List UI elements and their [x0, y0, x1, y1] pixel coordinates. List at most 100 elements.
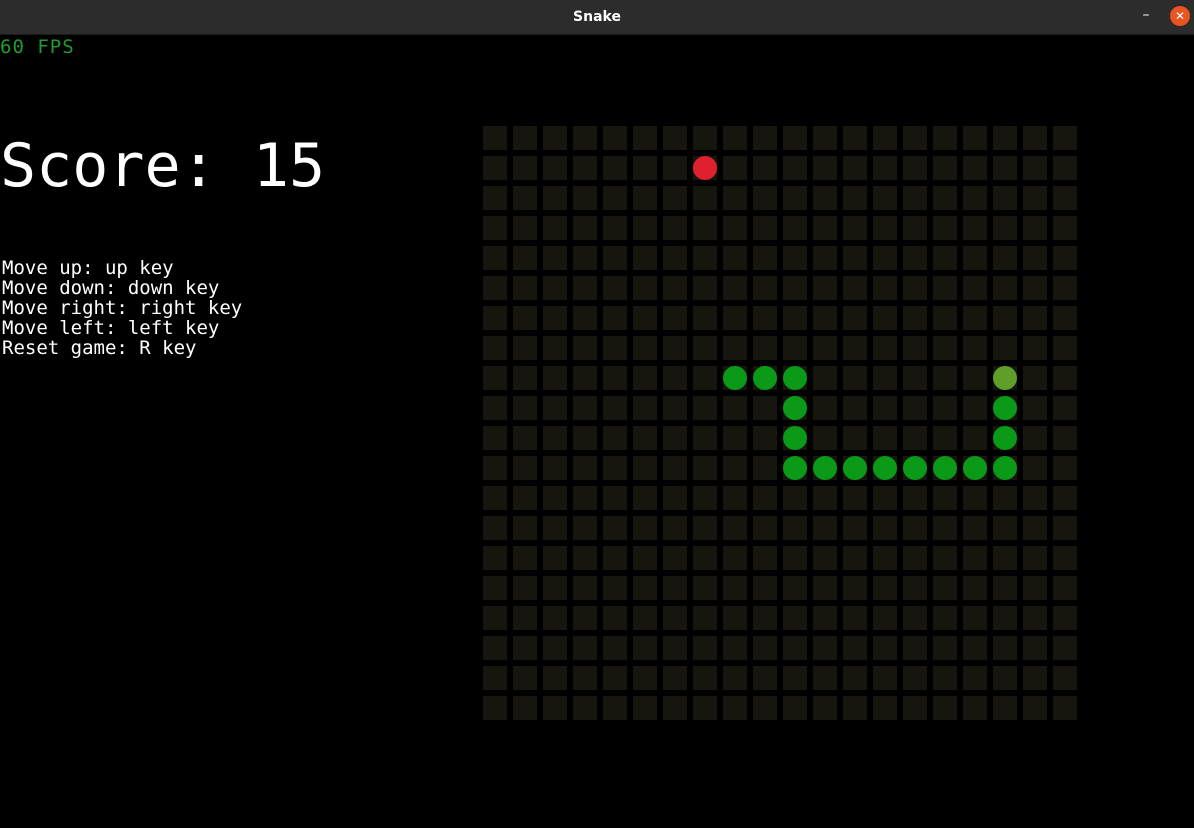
- controls-help: Move up: up key Move down: down key Move…: [2, 258, 242, 358]
- board-cell: [903, 426, 927, 450]
- minimize-button[interactable]: –: [1134, 7, 1158, 27]
- board-cell: [813, 516, 837, 540]
- board-cell: [753, 696, 777, 720]
- board-cell: [873, 426, 897, 450]
- board-cell: [513, 186, 537, 210]
- window-title: Snake: [573, 9, 621, 25]
- board-cell: [963, 426, 987, 450]
- board-cell: [753, 336, 777, 360]
- board-cell: [633, 216, 657, 240]
- board-cell: [783, 486, 807, 510]
- board-cell: [933, 426, 957, 450]
- board-cell: [843, 486, 867, 510]
- board-cell: [603, 396, 627, 420]
- board-cell: [813, 486, 837, 510]
- board-cell: [783, 276, 807, 300]
- board-cell: [603, 516, 627, 540]
- board-cell: [603, 576, 627, 600]
- board-cell: [783, 576, 807, 600]
- board-cell: [963, 156, 987, 180]
- board-cell: [1023, 216, 1047, 240]
- board-cell: [1053, 306, 1077, 330]
- board-cell: [963, 366, 987, 390]
- board-cell: [483, 636, 507, 660]
- board-cell: [483, 456, 507, 480]
- board-cell: [663, 306, 687, 330]
- board-cell: [663, 426, 687, 450]
- board-cell: [903, 276, 927, 300]
- board-cell: [573, 126, 597, 150]
- board-cell: [723, 456, 747, 480]
- board-cell: [783, 216, 807, 240]
- board-cell: [723, 546, 747, 570]
- board-cell: [843, 426, 867, 450]
- board-cell: [993, 696, 1017, 720]
- board-cell: [813, 366, 837, 390]
- board-cell: [663, 606, 687, 630]
- board-cell: [843, 636, 867, 660]
- board-cell: [753, 186, 777, 210]
- board-cell: [813, 576, 837, 600]
- board-cell: [843, 246, 867, 270]
- board-cell: [1023, 576, 1047, 600]
- board-cell: [633, 246, 657, 270]
- board-cell: [753, 606, 777, 630]
- board-cell: [843, 156, 867, 180]
- board-cell: [573, 336, 597, 360]
- board-cell: [903, 696, 927, 720]
- board-cell: [963, 576, 987, 600]
- board-cell: [483, 366, 507, 390]
- board-cell: [903, 156, 927, 180]
- board-cell: [753, 516, 777, 540]
- board-cell: [543, 636, 567, 660]
- board-cell: [483, 186, 507, 210]
- board-cell: [993, 666, 1017, 690]
- board-cell: [963, 486, 987, 510]
- board-cell: [843, 696, 867, 720]
- snake-segment: [813, 456, 837, 480]
- board-cell: [873, 216, 897, 240]
- board-cell: [933, 666, 957, 690]
- board-cell: [843, 276, 867, 300]
- board-cell: [663, 636, 687, 660]
- board-cell: [843, 366, 867, 390]
- board-cell: [723, 306, 747, 330]
- board-cell: [483, 606, 507, 630]
- board-cell: [603, 546, 627, 570]
- board-cell: [693, 366, 717, 390]
- board-cell: [663, 546, 687, 570]
- board-cell: [873, 366, 897, 390]
- board-cell: [543, 306, 567, 330]
- control-move-left: Move left: left key: [2, 317, 220, 339]
- board-cell: [543, 486, 567, 510]
- board-cell: [1023, 516, 1047, 540]
- board-cell: [633, 276, 657, 300]
- snake-segment: [903, 456, 927, 480]
- board-cell: [933, 306, 957, 330]
- board-cell: [783, 606, 807, 630]
- board-cell: [783, 246, 807, 270]
- board-cell: [963, 636, 987, 660]
- board-cell: [783, 696, 807, 720]
- board-cell: [963, 396, 987, 420]
- board-cell: [783, 546, 807, 570]
- snake-segment: [753, 366, 777, 390]
- board-cell: [933, 516, 957, 540]
- board-cell: [693, 456, 717, 480]
- snake-segment: [783, 456, 807, 480]
- board-cell: [723, 636, 747, 660]
- board-cell: [573, 306, 597, 330]
- close-button[interactable]: ✕: [1170, 6, 1190, 26]
- board-cell: [873, 156, 897, 180]
- board-cell: [603, 426, 627, 450]
- board-cell: [603, 606, 627, 630]
- board-cell: [903, 486, 927, 510]
- board-cell: [633, 366, 657, 390]
- board-cell: [663, 396, 687, 420]
- board-cell: [843, 126, 867, 150]
- board-cell: [573, 186, 597, 210]
- board-cell: [633, 456, 657, 480]
- board-cell: [753, 126, 777, 150]
- board-cell: [963, 216, 987, 240]
- board-cell: [1023, 456, 1047, 480]
